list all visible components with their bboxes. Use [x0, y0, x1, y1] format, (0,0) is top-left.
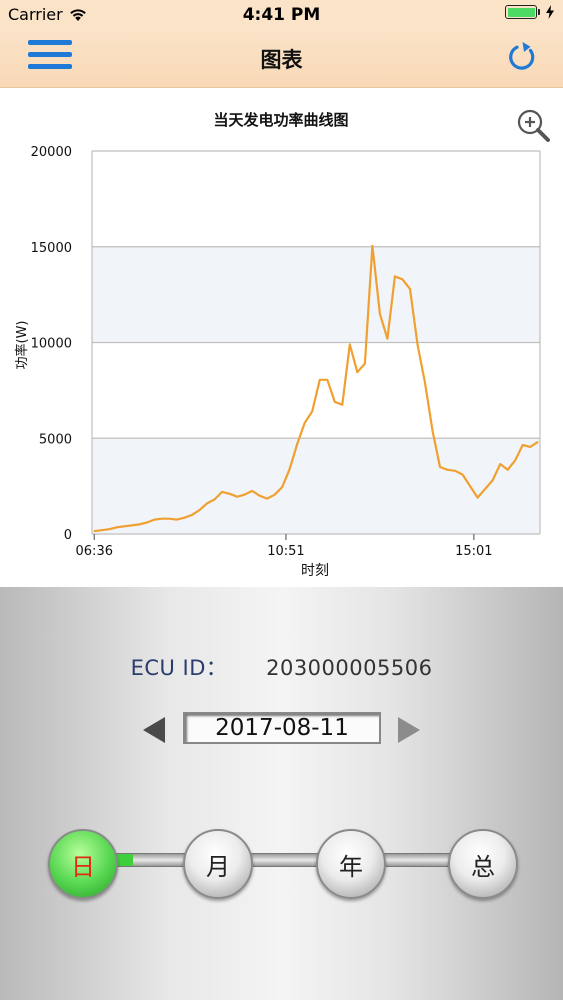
data-point: [416, 343, 419, 346]
data-point: [206, 502, 208, 505]
data-point: [326, 379, 329, 381]
ecu-id-value: 203000005506: [266, 656, 433, 680]
data-point: [303, 422, 306, 424]
data-point: [506, 469, 509, 471]
data-point: [318, 379, 321, 381]
date-selector: 2017-08-11: [0, 710, 563, 750]
period-year-button[interactable]: 年: [316, 829, 386, 899]
data-point: [108, 528, 111, 531]
data-point: [138, 523, 141, 526]
data-point: [454, 470, 456, 472]
data-point: [476, 496, 479, 499]
y-tick-label: 20000: [31, 145, 72, 160]
data-point: [379, 312, 381, 315]
data-point: [446, 469, 449, 471]
data-point: [409, 288, 411, 290]
data-point: [123, 525, 126, 528]
data-point: [161, 517, 163, 520]
data-point: [529, 446, 532, 448]
triangle-left-icon[interactable]: [143, 717, 165, 743]
data-point: [491, 479, 494, 482]
data-point: [364, 362, 366, 365]
triangle-right-icon[interactable]: [398, 717, 420, 743]
data-point: [146, 521, 148, 524]
period-month-button[interactable]: 月: [183, 829, 253, 899]
y-tick-label: 5000: [39, 432, 72, 447]
data-point: [198, 509, 201, 511]
refresh-icon[interactable]: [505, 40, 539, 74]
data-point: [228, 492, 231, 495]
chart-title: 当天发电功率曲线图: [213, 111, 348, 129]
data-point: [100, 529, 103, 531]
data-point: [333, 401, 336, 403]
status-bar: Carrier 4:41 PM: [0, 0, 563, 30]
data-point: [386, 337, 389, 340]
data-point: [469, 485, 471, 487]
data-point: [221, 491, 223, 493]
data-point: [401, 278, 404, 281]
period-selector: 日 月 年 总: [48, 829, 520, 899]
status-time: 4:41 PM: [242, 5, 321, 25]
page-title: 图表: [260, 48, 303, 72]
data-point: [288, 468, 291, 470]
data-point: [536, 441, 539, 443]
data-point: [251, 490, 253, 492]
data-point: [499, 463, 501, 465]
data-point: [93, 530, 96, 532]
zoom-in-icon[interactable]: [515, 107, 551, 143]
data-point: [131, 524, 133, 527]
period-track: [88, 853, 488, 867]
chart-area: 当天发电功率曲线图 0 5000 10000 15000 20000 06:36 10:5…: [0, 89, 563, 587]
date-field[interactable]: 2017-08-11: [183, 712, 381, 744]
data-point: [439, 466, 441, 468]
power-chart: 当天发电功率曲线图 0 5000 10000 15000 20000 06:36 10:5…: [14, 111, 541, 579]
data-point: [296, 443, 299, 445]
data-point: [424, 381, 426, 384]
nav-bar: 图表: [0, 30, 563, 88]
data-point: [311, 410, 314, 413]
data-point: [273, 493, 276, 496]
y-axis-label: 功率(W): [14, 321, 30, 370]
data-point: [514, 459, 516, 462]
data-point: [116, 526, 118, 529]
charging-bolt-icon: [546, 5, 554, 19]
data-point: [521, 444, 524, 446]
ecu-id-row: ECU ID： 203000005506: [0, 652, 563, 682]
data-point: [394, 275, 396, 278]
data-point: [431, 429, 434, 432]
data-point: [258, 494, 261, 497]
data-point: [168, 517, 171, 520]
data-point: [461, 473, 464, 476]
control-panel: ECU ID： 203000005506 2017-08-11 日 月 年 总: [0, 587, 563, 1000]
period-day-button[interactable]: 日: [48, 829, 118, 899]
x-axis-label: 时刻: [301, 563, 329, 579]
data-point: [191, 514, 193, 516]
data-point: [484, 488, 486, 490]
plot-band: [92, 246, 540, 343]
y-tick-label: 10000: [31, 337, 72, 352]
data-point: [243, 493, 246, 496]
data-point: [356, 371, 359, 373]
data-point: [266, 497, 268, 500]
data-point: [213, 498, 216, 501]
data-point: [236, 495, 238, 498]
period-total-button[interactable]: 总: [448, 829, 518, 899]
y-tick-label: 0: [64, 528, 72, 543]
data-point: [341, 403, 344, 406]
data-point: [153, 518, 156, 521]
data-point: [371, 244, 374, 247]
x-tick-label: 06:36: [76, 544, 113, 559]
x-tick-label: 15:01: [455, 544, 492, 559]
status-right: [505, 5, 555, 19]
data-point: [281, 486, 283, 488]
data-point: [183, 516, 186, 519]
data-point: [176, 518, 178, 521]
y-tick-label: 15000: [31, 241, 72, 256]
ecu-id-label: ECU ID：: [130, 656, 228, 680]
x-tick-label: 10:51: [267, 544, 304, 559]
data-point: [349, 343, 351, 346]
battery-icon: [505, 5, 540, 19]
